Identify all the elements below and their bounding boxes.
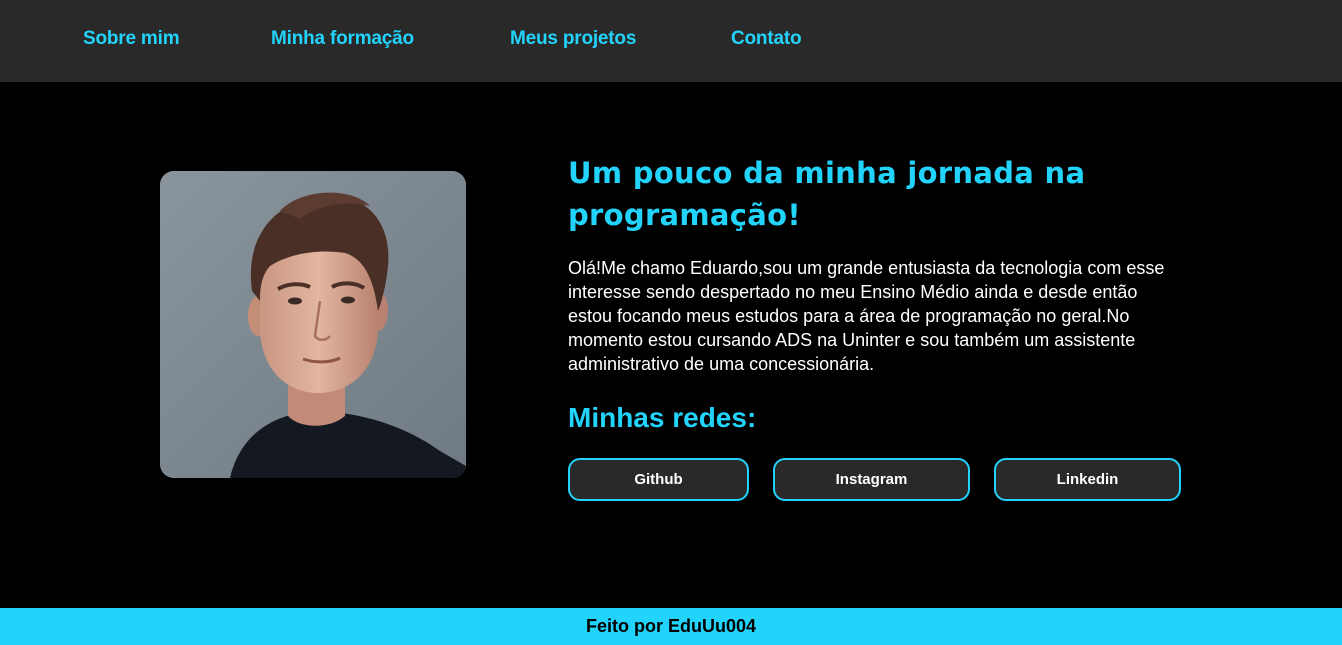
profile-photo-illustration xyxy=(160,171,466,478)
about-section: Um pouco da minha jornada na programação… xyxy=(0,82,1342,608)
nav-link-meus-projetos[interactable]: Meus projetos xyxy=(510,28,636,50)
nav-link-minha-formacao[interactable]: Minha formação xyxy=(271,28,414,50)
instagram-button[interactable]: Instagram xyxy=(773,458,970,501)
page-title: Um pouco da minha jornada na programação… xyxy=(568,156,1086,232)
social-heading: Minhas redes: xyxy=(568,402,757,433)
nav-link-contato[interactable]: Contato xyxy=(731,28,802,50)
top-navbar: Sobre mim Minha formação Meus projetos C… xyxy=(0,0,1342,82)
social-buttons: Github Instagram Linkedin xyxy=(568,458,1188,502)
about-content: Um pouco da minha jornada na programação… xyxy=(568,152,1188,502)
footer: Feito por EduUu004 xyxy=(0,608,1342,645)
footer-credit: Feito por EduUu004 xyxy=(585,616,756,636)
linkedin-button[interactable]: Linkedin xyxy=(994,458,1181,501)
profile-photo xyxy=(160,171,466,478)
nav-link-sobre-mim[interactable]: Sobre mim xyxy=(83,28,180,50)
bio-paragraph: Olá!Me chamo Eduardo,sou um grande entus… xyxy=(568,258,1165,374)
github-button[interactable]: Github xyxy=(568,458,749,501)
